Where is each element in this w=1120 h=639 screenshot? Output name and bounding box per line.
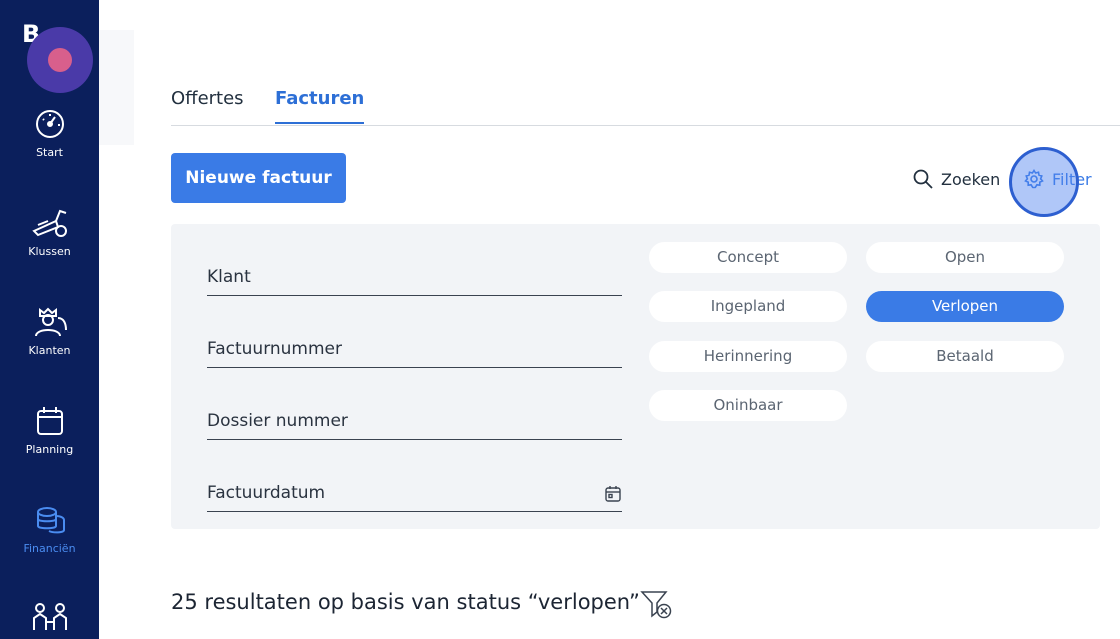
avatar-dot [48,48,72,72]
background-panel [99,30,134,145]
field-label: Factuurnummer [207,339,343,359]
status-chip-betaald[interactable]: Betaald [866,341,1064,372]
sidebar: B Start Klussen Klanten Planning Financi… [0,0,99,639]
new-invoice-button[interactable]: Nieuwe factuur [171,153,346,203]
search-button[interactable]: Zoeken [913,166,1000,192]
search-icon [913,169,933,189]
clear-filter-icon[interactable] [640,590,674,620]
customer-field[interactable]: Klant [207,256,622,296]
gauge-icon [35,110,64,138]
sidebar-item-label: Klussen [28,245,71,258]
tab-offertes[interactable]: Offertes [171,88,244,109]
click-highlight [1009,147,1079,217]
sidebar-item-klanten[interactable]: Klanten [0,306,99,357]
status-chip-oninbaar[interactable]: Oninbaar [649,390,847,421]
sidebar-item-klussen[interactable]: Klussen [0,207,99,258]
sidebar-item-start[interactable]: Start [0,108,99,159]
sidebar-item-label: Planning [25,443,74,456]
sidebar-item-label: Klanten [28,344,71,357]
status-chip-verlopen[interactable]: Verlopen [866,291,1064,322]
filter-panel: Klant Factuurnummer Dossier nummer Factu… [171,224,1100,529]
team-icon [32,603,67,630]
calendar-icon[interactable] [604,485,622,503]
field-label: Klant [207,267,251,287]
results-summary: 25 resultaten op basis van status “verlo… [171,590,640,614]
status-chip-open[interactable]: Open [866,242,1064,273]
dossier-number-field[interactable]: Dossier nummer [207,400,622,440]
status-chip-concept[interactable]: Concept [649,242,847,273]
field-label: Factuurdatum [207,483,326,503]
tab-bar: Offertes Facturen [171,88,1120,126]
search-label: Zoeken [941,169,1001,189]
invoice-date-field[interactable]: Factuurdatum [207,472,622,512]
sidebar-item-team[interactable] [0,600,99,634]
sidebar-item-label: Start [36,146,63,159]
tools-icon [31,209,67,237]
status-chip-herinnering[interactable]: Herinnering [649,341,847,372]
field-label: Dossier nummer [207,411,348,431]
invoice-number-field[interactable]: Factuurnummer [207,328,622,368]
avatar[interactable] [27,27,93,93]
sidebar-item-financien[interactable]: Financiën [0,504,99,555]
tab-facturen[interactable]: Facturen [275,88,365,124]
calendar-icon [36,407,63,435]
sidebar-item-label: Financiën [23,542,76,555]
status-chip-ingepland[interactable]: Ingepland [649,291,847,322]
customers-icon [34,307,67,337]
coins-icon [36,507,65,534]
sidebar-item-planning[interactable]: Planning [0,405,99,456]
